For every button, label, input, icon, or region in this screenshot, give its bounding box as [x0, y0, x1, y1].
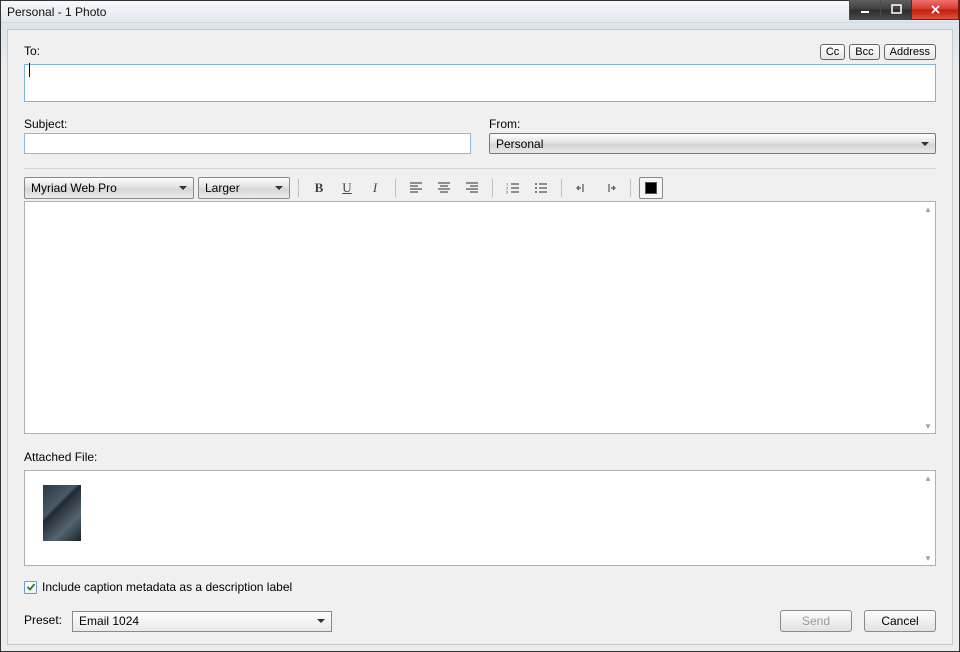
font-size-select[interactable]: Larger: [198, 177, 290, 199]
titlebar: Personal - 1 Photo: [1, 1, 959, 23]
include-caption-checkbox[interactable]: [24, 581, 37, 594]
close-button[interactable]: [911, 0, 959, 20]
scroll-up-icon: ▴: [923, 473, 933, 483]
align-center-button[interactable]: [432, 177, 456, 199]
attachment-area[interactable]: ▴ ▾: [24, 470, 936, 566]
font-select[interactable]: Myriad Web Pro: [24, 177, 194, 199]
maximize-button[interactable]: [880, 0, 912, 20]
attachment-thumbnail[interactable]: [43, 485, 81, 541]
subject-label: Subject:: [24, 117, 471, 131]
minimize-button[interactable]: [849, 0, 881, 20]
indent-button[interactable]: [598, 177, 622, 199]
from-select[interactable]: Personal: [489, 133, 936, 154]
svg-text:3: 3: [506, 190, 509, 195]
bcc-button[interactable]: Bcc: [849, 44, 879, 60]
font-selected-value: Myriad Web Pro: [31, 181, 117, 195]
to-input[interactable]: [24, 64, 936, 102]
divider: [24, 168, 936, 169]
align-left-button[interactable]: [404, 177, 428, 199]
email-dialog: Personal - 1 Photo To: Cc Bcc Address: [0, 0, 960, 652]
toolbar-separator: [298, 179, 299, 197]
size-selected-value: Larger: [205, 181, 240, 195]
bullet-list-button[interactable]: [529, 177, 553, 199]
color-swatch: [645, 182, 657, 194]
from-label: From:: [489, 117, 936, 131]
bold-button[interactable]: B: [307, 177, 331, 199]
send-button[interactable]: Send: [780, 610, 852, 632]
preset-select[interactable]: Email 1024: [72, 611, 332, 632]
address-button[interactable]: Address: [884, 44, 936, 60]
include-caption-label: Include caption metadata as a descriptio…: [42, 580, 292, 594]
from-selected-value: Personal: [496, 137, 543, 151]
subject-input[interactable]: [24, 133, 471, 154]
dialog-body: To: Cc Bcc Address Subject: From: Person…: [7, 29, 953, 645]
toolbar-separator: [395, 179, 396, 197]
format-toolbar: Myriad Web Pro Larger B U I 123: [24, 177, 936, 199]
italic-button[interactable]: I: [363, 177, 387, 199]
window-title: Personal - 1 Photo: [7, 5, 106, 19]
message-body[interactable]: ▴ ▾: [24, 201, 936, 434]
text-cursor: [29, 63, 30, 77]
scroll-down-icon: ▾: [923, 553, 933, 563]
numbered-list-button[interactable]: 123: [501, 177, 525, 199]
cc-button[interactable]: Cc: [820, 44, 845, 60]
toolbar-separator: [561, 179, 562, 197]
toolbar-separator: [630, 179, 631, 197]
preset-selected-value: Email 1024: [79, 614, 139, 628]
preset-label: Preset:: [24, 613, 62, 627]
attached-label: Attached File:: [24, 450, 936, 464]
cancel-button[interactable]: Cancel: [864, 610, 936, 632]
underline-button[interactable]: U: [335, 177, 359, 199]
toolbar-separator: [492, 179, 493, 197]
text-color-button[interactable]: [639, 177, 663, 199]
align-right-button[interactable]: [460, 177, 484, 199]
to-label: To:: [24, 44, 40, 58]
scroll-down-icon: ▾: [923, 421, 933, 431]
window-controls: [850, 0, 959, 20]
scroll-up-icon: ▴: [923, 204, 933, 214]
outdent-button[interactable]: [570, 177, 594, 199]
